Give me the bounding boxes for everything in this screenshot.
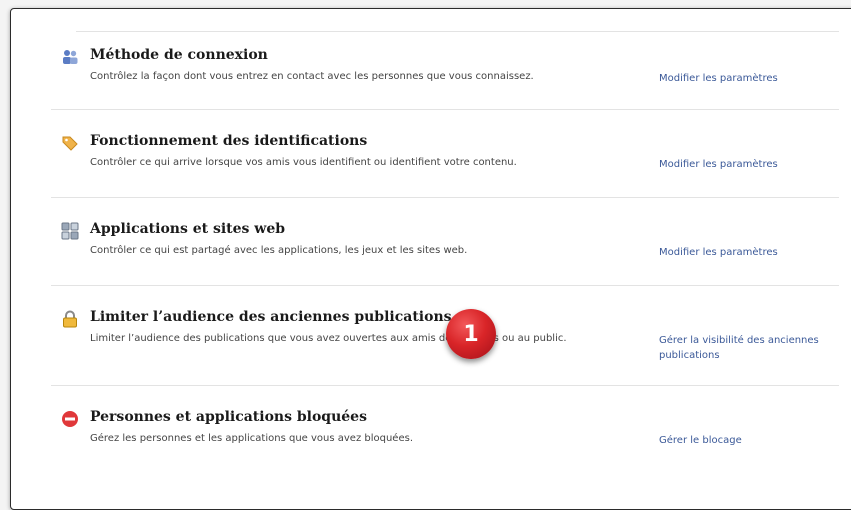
section-tagging: Fonctionnement des identifications Contr… [51, 133, 839, 198]
section-blocked: Personnes et applications bloquées Gérez… [51, 409, 839, 469]
people-icon [63, 50, 78, 64]
privacy-settings-panel: Méthode de connexion Contrôlez la façon … [10, 8, 851, 510]
tag-icon [62, 136, 78, 151]
section-title: Fonctionnement des identifications [90, 133, 368, 149]
lock-icon [63, 310, 77, 328]
section-title: Limiter l’audience des anciennes publica… [90, 309, 452, 325]
edit-settings-link[interactable]: Modifier les paramètres [659, 157, 844, 172]
section-apps-websites: Applications et sites web Contrôler ce q… [51, 221, 839, 286]
blocked-icon [62, 411, 78, 427]
edit-settings-link[interactable]: Modifier les paramètres [659, 71, 844, 86]
divider [76, 31, 839, 32]
edit-settings-link[interactable]: Modifier les paramètres [659, 245, 844, 260]
apps-icon [61, 222, 79, 240]
section-description: Contrôler ce qui est partagé avec les ap… [90, 245, 468, 256]
section-title: Méthode de connexion [90, 47, 268, 63]
section-title: Personnes et applications bloquées [90, 409, 367, 425]
section-description: Contrôler ce qui arrive lorsque vos amis… [90, 157, 517, 168]
section-description: Contrôlez la façon dont vous entrez en c… [90, 71, 534, 82]
section-title: Applications et sites web [90, 221, 286, 237]
section-limit-past-posts: Limiter l’audience des anciennes publica… [51, 309, 839, 386]
section-description: Gérez les personnes et les applications … [90, 433, 413, 444]
step-annotation-badge: 1 [446, 309, 496, 359]
section-connection-method: Méthode de connexion Contrôlez la façon … [51, 47, 839, 110]
manage-blocking-link[interactable]: Gérer le blocage [659, 433, 844, 448]
manage-past-posts-visibility-link[interactable]: Gérer la visibilité des anciennes public… [659, 333, 844, 363]
